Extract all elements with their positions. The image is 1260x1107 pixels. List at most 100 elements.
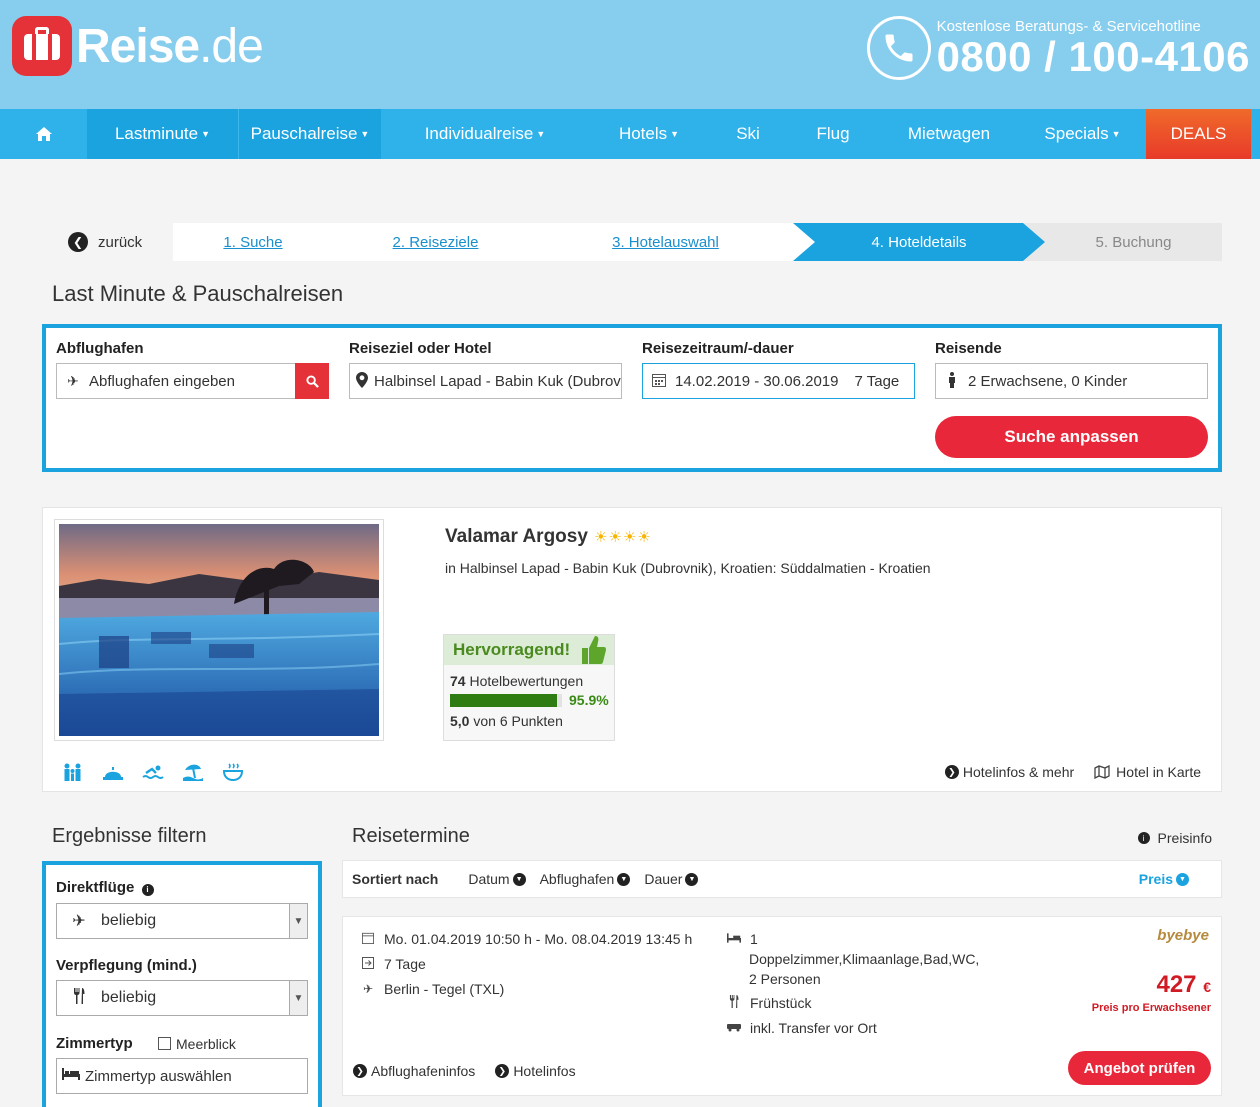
chevron-down-icon: ▼ bbox=[289, 904, 307, 938]
chevron-down-icon: ▼ bbox=[685, 872, 699, 886]
chevron-right-icon: ❯ bbox=[495, 1064, 510, 1078]
airport-info-link[interactable]: ❯ Abflughafeninfos bbox=[353, 1063, 475, 1079]
hotel-image[interactable] bbox=[54, 519, 384, 741]
room-type-select[interactable]: Zimmertyp auswählen bbox=[56, 1058, 308, 1094]
steps: 1. Suche 2. Reiseziele 3. Hotelauswahl 4… bbox=[173, 223, 1222, 261]
hotline[interactable]: Kostenlose Beratungs- & Servicehotline 0… bbox=[866, 16, 1250, 80]
offer-room-desc: Doppelzimmer,Klimaanlage,Bad,WC, bbox=[749, 951, 980, 967]
duration-icon bbox=[361, 956, 375, 972]
results-title: Reisetermine bbox=[352, 825, 470, 847]
rating-count: 74 bbox=[450, 673, 466, 689]
board-select[interactable]: beliebig ▼ bbox=[56, 980, 308, 1016]
sort-label: Sortiert nach bbox=[352, 871, 439, 887]
travelers-input[interactable]: 2 Erwachsene, 0 Kinder bbox=[935, 363, 1208, 399]
person-icon bbox=[942, 371, 962, 391]
rating-score: 5,0 bbox=[450, 713, 470, 729]
calendar-icon bbox=[361, 932, 375, 947]
seaview-checkbox[interactable]: Meerblick bbox=[158, 1036, 236, 1052]
search-submit-button[interactable]: Suche anpassen bbox=[935, 416, 1208, 458]
sort-dauer[interactable]: Dauer ▼ bbox=[644, 871, 699, 887]
offer-board: Frühstück bbox=[750, 995, 812, 1011]
cutlery-icon bbox=[727, 995, 741, 1011]
caret-down-icon: ▼ bbox=[1111, 129, 1121, 139]
calendar-icon bbox=[649, 373, 669, 390]
plane-icon: ✈ bbox=[362, 982, 374, 996]
chevron-down-icon: ▼ bbox=[289, 981, 307, 1015]
hotel-name: Valamar Argosy ☀☀☀☀ bbox=[445, 526, 652, 547]
travelers-field: Reisende 2 Erwachsene, 0 Kinder bbox=[935, 340, 1208, 399]
chevron-down-icon: ▼ bbox=[512, 872, 526, 886]
chevron-down-icon: ▼ bbox=[1176, 872, 1189, 886]
direct-flights-label: Direktflüge i bbox=[56, 879, 158, 896]
hotel-info-link[interactable]: ❯ Hotelinfos & mehr bbox=[944, 764, 1074, 780]
search-icon-button[interactable] bbox=[295, 363, 329, 399]
price-info-link[interactable]: i Preisinfo bbox=[1137, 830, 1212, 846]
nav-individualreise[interactable]: Individualreise ▼ bbox=[381, 109, 589, 159]
direct-flights-select[interactable]: ✈ beliebig ▼ bbox=[56, 903, 308, 939]
cutlery-icon bbox=[57, 987, 101, 1009]
operator-logo: byebye bbox=[1157, 927, 1209, 944]
hotel-info-link-offer[interactable]: ❯ Hotelinfos bbox=[495, 1063, 576, 1079]
room-type-label: Zimmertyp bbox=[56, 1035, 133, 1052]
home-icon bbox=[35, 127, 52, 141]
back-link[interactable]: ❮ zurück bbox=[68, 232, 173, 252]
offer-room-count: 1 bbox=[750, 931, 758, 947]
chevron-right-icon: ❯ bbox=[944, 765, 959, 779]
nav-lastminute[interactable]: Lastminute ▼ bbox=[87, 109, 238, 159]
bus-icon bbox=[727, 1021, 741, 1035]
info-icon[interactable]: i bbox=[141, 883, 154, 896]
hotel-links: ❯ Hotelinfos & mehr Hotel in Karte bbox=[944, 764, 1201, 780]
step-hoteldetails: 4. Hoteldetails bbox=[793, 223, 1045, 261]
board-label: Verpflegung (mind.) bbox=[56, 957, 197, 974]
nav-deals[interactable]: DEALS bbox=[1146, 109, 1251, 159]
reception-bell-icon bbox=[101, 762, 125, 782]
sort-datum[interactable]: Datum ▼ bbox=[468, 871, 526, 887]
checkbox[interactable] bbox=[158, 1037, 171, 1050]
nav-pauschalreise[interactable]: Pauschalreise ▼ bbox=[238, 109, 381, 159]
rating-verdict: Hervorragend! bbox=[453, 640, 571, 659]
hotel-map-link[interactable]: Hotel in Karte bbox=[1094, 764, 1201, 780]
offer-duration: 7 Tage bbox=[384, 956, 426, 972]
period-input[interactable]: 14.02.2019 - 30.06.2019 7 Tage bbox=[642, 363, 915, 399]
nav-flug[interactable]: Flug bbox=[787, 109, 879, 159]
hotel-card: Valamar Argosy ☀☀☀☀ in Halbinsel Lapad - … bbox=[42, 507, 1222, 792]
rating-bar bbox=[450, 693, 562, 707]
sort-preis[interactable]: Preis ▼ bbox=[1139, 871, 1189, 887]
step-buchung: 5. Buchung bbox=[1023, 223, 1222, 261]
check-offer-button[interactable]: Angebot prüfen bbox=[1068, 1051, 1211, 1085]
step-suche[interactable]: 1. Suche bbox=[173, 223, 333, 261]
nav-mietwagen[interactable]: Mietwagen bbox=[879, 109, 1019, 159]
nav-ski[interactable]: Ski bbox=[709, 109, 787, 159]
swimming-icon bbox=[141, 762, 165, 782]
search-form: Abflughafen ✈ Abflughafen eingeben Reise… bbox=[42, 324, 1222, 472]
sort-abflughafen[interactable]: Abflughafen ▼ bbox=[540, 871, 631, 887]
nav-specials[interactable]: Specials ▼ bbox=[1019, 109, 1146, 159]
main-nav: Lastminute ▼ Pauschalreise ▼ Individualrei… bbox=[0, 109, 1260, 159]
step-hotelauswahl[interactable]: 3. Hotelauswahl bbox=[538, 223, 793, 261]
destination-field: Reiseziel oder Hotel Halbinsel Lapad - B… bbox=[349, 340, 622, 399]
info-icon: i bbox=[1137, 832, 1150, 844]
caret-down-icon: ▼ bbox=[360, 129, 370, 139]
offer-price: 427 € bbox=[1156, 971, 1211, 998]
chevron-down-icon: ▼ bbox=[617, 872, 631, 886]
beach-icon bbox=[181, 762, 205, 782]
breadcrumb: ❮ zurück 1. Suche 2. Reiseziele 3. Hotel… bbox=[68, 223, 1222, 261]
plane-icon: ✈ bbox=[72, 913, 86, 930]
step-reiseziele[interactable]: 2. Reiseziele bbox=[333, 223, 538, 261]
plane-icon: ✈ bbox=[67, 372, 79, 389]
departure-input[interactable]: ✈ Abflughafen eingeben bbox=[56, 363, 295, 399]
period-field: Reisezeitraum/-dauer 14.02.2019 - 30.06.… bbox=[642, 340, 915, 399]
suitcase-icon bbox=[12, 16, 72, 76]
nav-home[interactable] bbox=[0, 109, 87, 159]
nav-hotels[interactable]: Hotels ▼ bbox=[589, 109, 709, 159]
offer-dates: Mo. 01.04.2019 10:50 h - Mo. 08.04.2019 … bbox=[384, 931, 693, 947]
bed-icon bbox=[57, 1067, 85, 1085]
spa-icon bbox=[221, 762, 245, 782]
logo[interactable]: Reise.de bbox=[12, 16, 264, 76]
offer-persons: 2 Personen bbox=[749, 971, 821, 987]
search-icon bbox=[305, 374, 319, 388]
bed-icon bbox=[727, 932, 741, 946]
sort-bar: Sortiert nach Datum ▼ Abflughafen ▼ Dauer ▼… bbox=[342, 860, 1222, 898]
caret-down-icon: ▼ bbox=[670, 129, 680, 139]
destination-input[interactable]: Halbinsel Lapad - Babin Kuk (Dubrovnik) bbox=[349, 363, 622, 399]
